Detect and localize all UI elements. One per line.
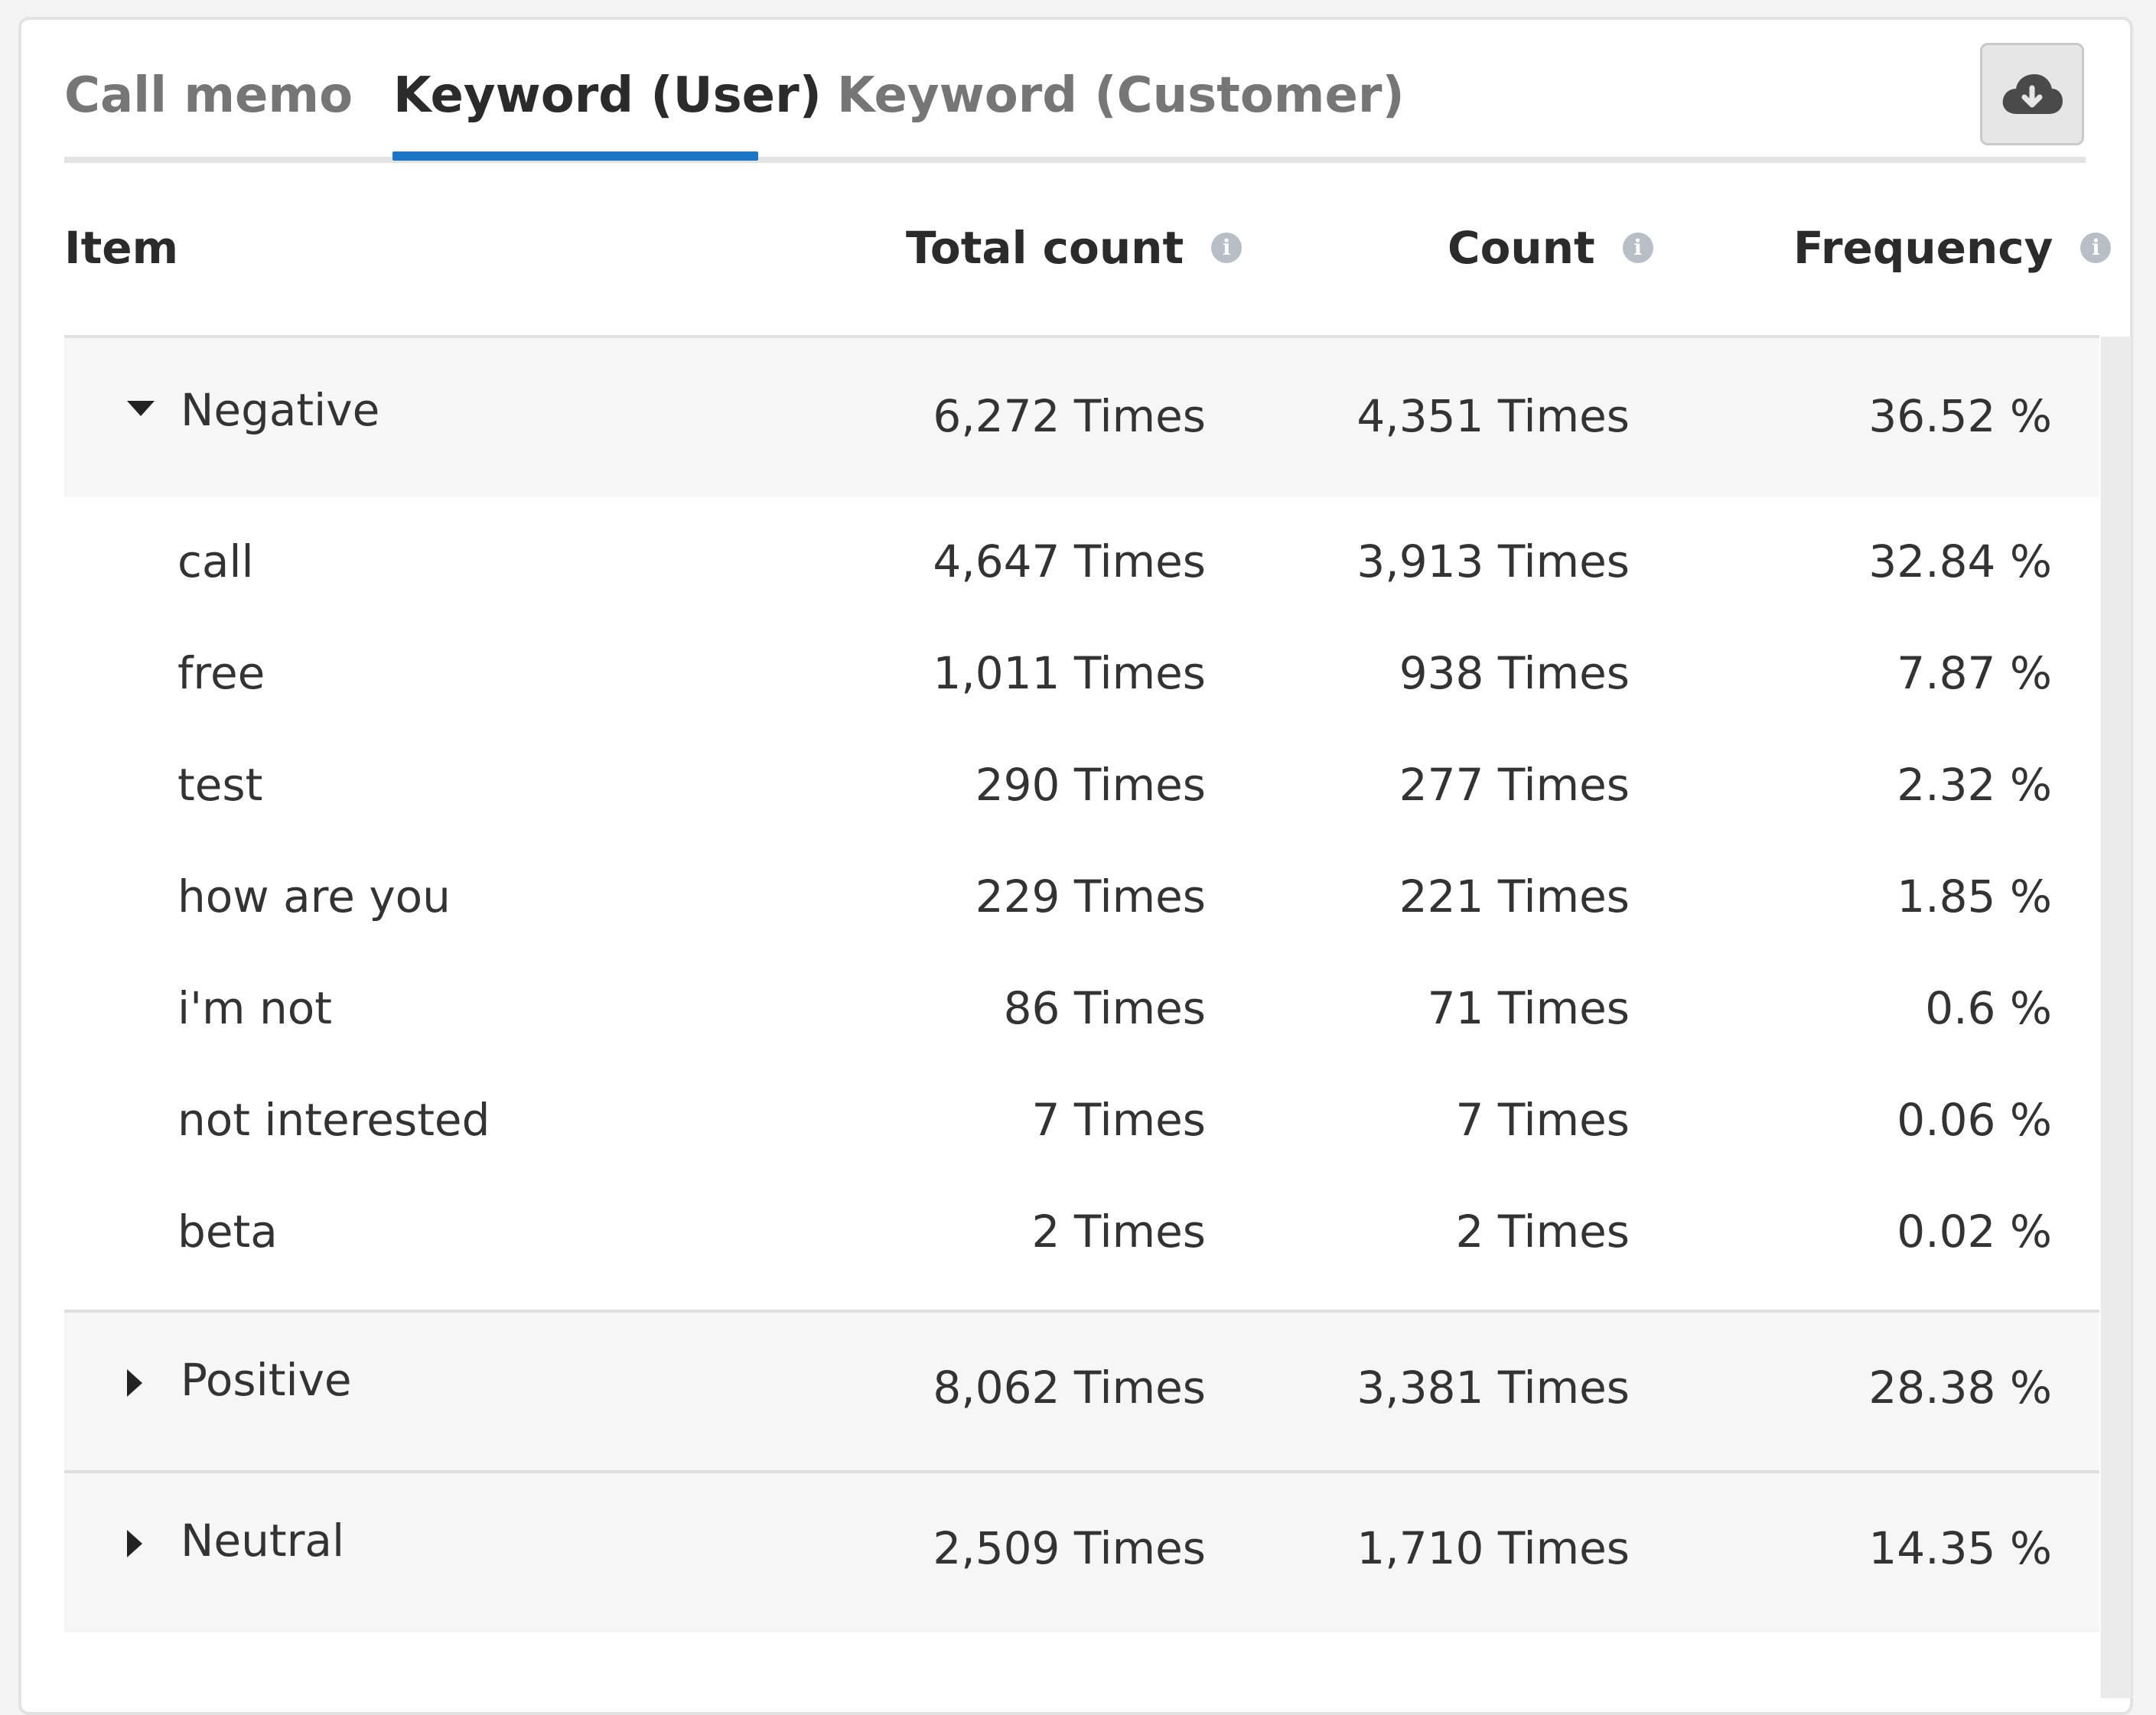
count-value: 938 Times xyxy=(1399,647,1630,699)
frequency-value: 36.52 % xyxy=(1868,390,2052,442)
count-value: 4,351 Times xyxy=(1356,390,1630,442)
total-count-value: 8,062 Times xyxy=(933,1362,1206,1414)
tab-call-memo[interactable]: Call memo xyxy=(64,67,353,124)
count-value: 3,381 Times xyxy=(1356,1362,1630,1414)
tab-divider xyxy=(64,157,2086,163)
total-count-value: 2,509 Times xyxy=(933,1522,1206,1574)
count-value: 2 Times xyxy=(1455,1206,1630,1258)
frequency-value: 14.35 % xyxy=(1868,1522,2052,1574)
group-row-negative[interactable]: Negative 6,272 Times 4,351 Times 36.52 % xyxy=(64,338,2099,497)
cloud-download-icon xyxy=(2002,74,2063,114)
table-row: beta 2 Times 2 Times 0.02 % xyxy=(64,1198,2099,1290)
frequency-value: 0.02 % xyxy=(1897,1206,2052,1258)
frequency-value: 1.85 % xyxy=(1897,871,2052,923)
caret-right-icon[interactable] xyxy=(125,1368,144,1398)
tab-bar: Call memo Keyword (User) Keyword (Custom… xyxy=(64,46,2086,164)
frequency-value: 7.87 % xyxy=(1897,647,2052,699)
group-row-neutral[interactable]: Neutral 2,509 Times 1,710 Times 14.35 % xyxy=(64,1473,2099,1632)
count-value: 7 Times xyxy=(1455,1094,1630,1146)
download-button[interactable] xyxy=(1980,43,2084,145)
frequency-value: 28.38 % xyxy=(1868,1362,2052,1414)
count-value: 221 Times xyxy=(1399,871,1630,923)
total-count-value: 229 Times xyxy=(975,871,1206,923)
keyword-label: how are you xyxy=(177,871,451,923)
table-row: call 4,647 Times 3,913 Times 32.84 % xyxy=(64,528,2099,620)
group-row-positive[interactable]: Positive 8,062 Times 3,381 Times 28.38 % xyxy=(64,1313,2099,1472)
total-count-value: 86 Times xyxy=(1003,982,1206,1034)
caret-right-icon[interactable] xyxy=(125,1528,144,1559)
total-count-value: 6,272 Times xyxy=(933,390,1206,442)
keyword-label: beta xyxy=(177,1206,278,1258)
total-count-value: 7 Times xyxy=(1031,1094,1207,1146)
keyword-label: i'm not xyxy=(177,982,332,1034)
keyword-label: free xyxy=(177,647,265,699)
group-label: Neutral xyxy=(181,1515,345,1567)
count-value: 71 Times xyxy=(1427,982,1630,1034)
info-icon[interactable]: i xyxy=(1622,233,1653,263)
group-label: Positive xyxy=(181,1354,352,1406)
info-icon[interactable]: i xyxy=(1211,233,1242,263)
tab-keyword-user[interactable]: Keyword (User) xyxy=(393,67,822,124)
total-count-value: 1,011 Times xyxy=(933,647,1206,699)
active-tab-indicator xyxy=(392,151,758,161)
table-row: not interested 7 Times 7 Times 0.06 % xyxy=(64,1086,2099,1178)
frequency-value: 32.84 % xyxy=(1868,535,2052,587)
column-header-count: Count i xyxy=(1448,222,1653,274)
count-value: 277 Times xyxy=(1399,759,1630,811)
group-label: Negative xyxy=(181,384,380,436)
frequency-value: 0.6 % xyxy=(1925,982,2052,1034)
total-count-value: 290 Times xyxy=(975,759,1206,811)
caret-down-icon[interactable] xyxy=(125,399,156,418)
table-row: free 1,011 Times 938 Times 7.87 % xyxy=(64,639,2099,731)
keyword-label: test xyxy=(177,759,263,811)
scrollbar-track[interactable] xyxy=(2101,337,2132,1698)
column-header-item: Item xyxy=(64,222,179,274)
info-icon[interactable]: i xyxy=(2080,233,2112,263)
tab-keyword-customer[interactable]: Keyword (Customer) xyxy=(837,67,1405,124)
table-row: how are you 229 Times 221 Times 1.85 % xyxy=(64,863,2099,955)
column-header-total-count: Total count i xyxy=(906,222,1242,274)
frequency-value: 2.32 % xyxy=(1897,759,2052,811)
total-count-value: 2 Times xyxy=(1031,1206,1207,1258)
total-count-value: 4,647 Times xyxy=(933,535,1206,587)
count-value: 1,710 Times xyxy=(1356,1522,1630,1574)
table-row: i'm not 86 Times 71 Times 0.6 % xyxy=(64,975,2099,1066)
frequency-value: 0.06 % xyxy=(1897,1094,2052,1146)
table-header: Item Total count i Count i Frequency i xyxy=(64,191,2112,337)
keyword-label: not interested xyxy=(177,1094,490,1146)
column-header-frequency: Frequency i xyxy=(1793,222,2112,274)
keyword-label: call xyxy=(177,535,254,587)
count-value: 3,913 Times xyxy=(1356,535,1630,587)
table-row: test 290 Times 277 Times 2.32 % xyxy=(64,751,2099,843)
